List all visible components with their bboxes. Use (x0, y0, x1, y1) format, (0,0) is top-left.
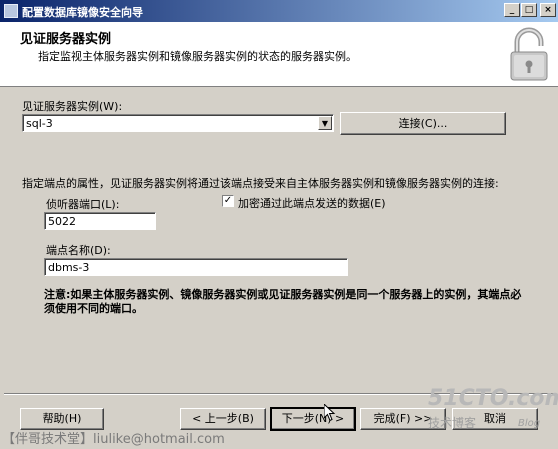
maximize-button[interactable]: □ (521, 3, 537, 17)
connect-button[interactable]: 连接(C)... (340, 112, 506, 135)
blog-label-watermark: 技术博客 (428, 416, 477, 430)
blog-watermark: Blog (518, 418, 541, 429)
wizard-header: 见证服务器实例 指定监视主体服务器实例和镜像服务器实例的状态的服务器实例。 (0, 22, 558, 87)
lock-icon (510, 27, 548, 81)
port-label: 侦听器端口(L): (46, 198, 120, 211)
encrypt-checkbox[interactable]: ✓ (222, 195, 234, 207)
endpoint-name-label: 端点名称(D): (46, 244, 111, 257)
title-bar: 配置数据库镜像安全向导 _ □ × (0, 0, 558, 22)
site-watermark: 51CTO.com (428, 386, 558, 411)
page-subtitle: 指定监视主体服务器实例和镜像服务器实例的状态的服务器实例。 (38, 50, 357, 63)
back-button[interactable]: < 上一步(B) (180, 408, 266, 430)
listener-port-field[interactable]: 5022 (44, 212, 156, 230)
author-watermark: 【伴哥技术堂】liulike@hotmail.com (2, 432, 225, 447)
next-button[interactable]: 下一步(N) > (270, 407, 356, 431)
mouse-cursor-icon (324, 404, 336, 422)
help-button[interactable]: 帮助(H) (20, 408, 104, 430)
minimize-button[interactable]: _ (504, 3, 520, 17)
chevron-down-icon[interactable]: ▼ (318, 116, 332, 130)
window-title: 配置数据库镜像安全向导 (22, 6, 143, 19)
witness-server-select[interactable]: sql-3 ▼ (22, 114, 334, 132)
endpoint-description: 指定端点的属性，见证服务器实例将通过该端点接受来自主体服务器实例和镜像服务器实例… (22, 177, 499, 190)
encrypt-label: 加密通过此端点发送的数据(E) (238, 197, 386, 210)
page-title: 见证服务器实例 (20, 32, 112, 47)
close-button[interactable]: × (540, 3, 556, 17)
app-icon (4, 4, 18, 18)
port-note: 注意:如果主体服务器实例、镜像服务器实例或见证服务器实例是同一个服务器上的实例，… (44, 288, 522, 315)
endpoint-name-field[interactable]: dbms-3 (44, 258, 348, 276)
witness-server-value: sql-3 (26, 117, 53, 130)
witness-label: 见证服务器实例(W): (22, 100, 123, 113)
